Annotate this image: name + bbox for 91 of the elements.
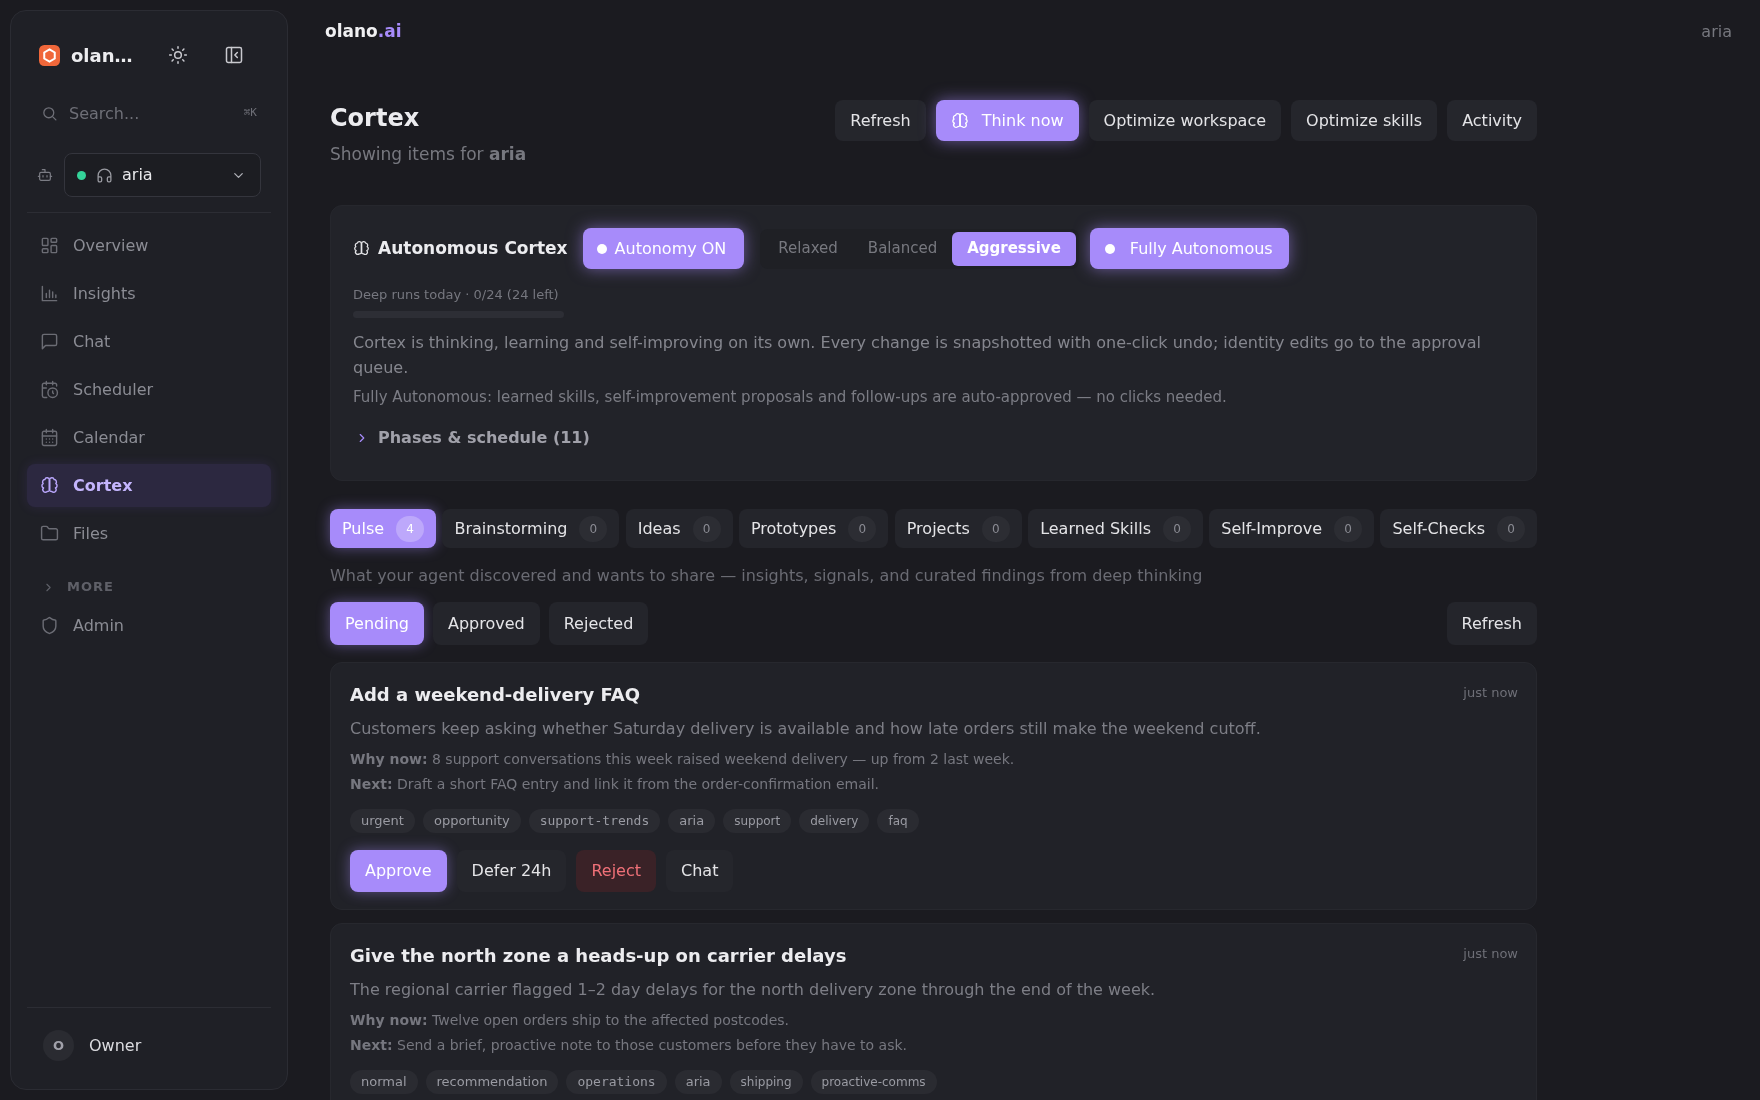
calendar-clock-icon — [40, 380, 59, 399]
chat-bubble-icon — [40, 332, 59, 351]
count-badge: 0 — [692, 515, 721, 542]
user-avatar: O — [43, 1030, 74, 1061]
card-title: Add a weekend-delivery FAQ — [350, 683, 640, 707]
card-action-button[interactable]: Defer 24h — [456, 850, 567, 892]
page-title: Cortex — [330, 103, 421, 133]
filter-tab[interactable]: Rejected — [548, 602, 649, 645]
refresh-button[interactable]: Refresh — [1446, 602, 1537, 645]
tag: proactive-comms — [810, 1070, 937, 1094]
brain-icon — [40, 476, 59, 495]
robot-icon — [37, 167, 53, 183]
panel-description: Cortex is thinking, learning and self-improving on its own. Every change is snapshotted with one-click undo; identity edits go to the approval queue. — [353, 332, 1482, 379]
tab[interactable]: Brainstorming 0 — [442, 509, 620, 548]
why-now-text: Why now: 8 support conversations this week raised weekend delivery — up from 2 last week. — [350, 750, 1015, 769]
tab[interactable]: Self-Improve 0 — [1209, 509, 1375, 548]
headphones-icon — [96, 166, 113, 184]
panel-note: Fully Autonomous: learned skills, self-improvement proposals and follow-ups are auto-approved — no clicks needed. — [353, 387, 1228, 408]
theme-toggle[interactable] — [166, 43, 190, 67]
tab-description: What your agent discovered and wants to share — insights, signals, and curated findings from deep thinking — [330, 565, 1203, 587]
card-action-button[interactable]: Chat — [666, 850, 734, 892]
card-title: Give the north zone a heads-up on carrier delays — [350, 944, 847, 968]
card-description: The regional carrier flagged 1–2 day delays for the north delivery zone through the end of the week. — [350, 979, 1156, 1001]
card-action-button[interactable]: Reject — [576, 850, 656, 892]
nav-item[interactable]: Admin — [27, 604, 271, 647]
mode-option[interactable]: Relaxed — [763, 231, 853, 266]
tag: support-trends — [528, 809, 661, 833]
sidebar-panel-icon — [224, 45, 244, 65]
agent-select[interactable]: aria — [64, 153, 261, 197]
toolbar-button[interactable]: Refresh — [835, 100, 926, 141]
nav-item[interactable]: Calendar — [27, 416, 271, 459]
tag: aria — [674, 1070, 722, 1094]
calendar-icon — [40, 428, 59, 447]
deep-runs-label: Deep runs today · 0/24 (24 left) — [353, 286, 559, 304]
nav-item[interactable]: Insights — [27, 272, 271, 315]
next-step-text: Next: Send a brief, proactive note to those customers before they have to ask. — [350, 1036, 908, 1055]
dashboard-grid-icon — [40, 236, 59, 255]
count-badge: 0 — [1163, 515, 1192, 542]
tag: support — [723, 809, 792, 833]
mode-option[interactable]: Balanced — [852, 231, 953, 266]
tab[interactable]: Learned Skills 0 — [1028, 509, 1204, 548]
sun-icon — [168, 45, 188, 65]
count-badge: 0 — [981, 515, 1010, 542]
tab[interactable]: Projects 0 — [894, 509, 1022, 548]
count-badge: 0 — [579, 515, 608, 542]
nav-item[interactable]: Scheduler — [27, 368, 271, 411]
toolbar-button[interactable]: Optimize skills — [1291, 100, 1438, 141]
toolbar-button[interactable]: Optimize workspace — [1088, 100, 1282, 141]
card-description: Customers keep asking whether Saturday delivery is available and how late orders still make the weekend cutoff. — [350, 718, 1261, 740]
folder-icon — [40, 524, 59, 543]
logo-icon — [39, 44, 60, 66]
shortcut-hint: ⌘K — [243, 104, 257, 121]
why-now-text: Why now: Twelve open orders ship to the affected postcodes. — [350, 1011, 790, 1030]
search-icon — [41, 104, 58, 122]
tab[interactable]: Self-Checks 0 — [1380, 509, 1537, 548]
count-badge: 0 — [1496, 515, 1525, 542]
tag: recommendation — [425, 1070, 559, 1094]
next-step-text: Next: Draft a short FAQ entry and link it from the order-confirmation email. — [350, 775, 879, 794]
brand-name: olan… — [71, 43, 133, 68]
tab[interactable]: Prototypes 0 — [738, 509, 889, 548]
tag: aria — [668, 809, 716, 833]
nav-item[interactable]: Files — [27, 512, 271, 555]
filter-tab[interactable]: Approved — [432, 602, 540, 645]
tag: urgent — [350, 809, 415, 833]
tag: faq — [877, 809, 919, 833]
tag: shipping — [729, 1070, 803, 1094]
tag: normal — [350, 1070, 418, 1094]
tag: delivery — [799, 809, 870, 833]
page-subtitle: Showing items for aria — [330, 143, 527, 166]
timestamp: just now — [1463, 684, 1518, 702]
tag: opportunity — [422, 809, 521, 833]
nav-item[interactable]: Chat — [27, 320, 271, 363]
user-name: aria — [1701, 21, 1732, 43]
timestamp: just now — [1463, 945, 1518, 963]
bar-chart-icon — [40, 284, 59, 303]
brain-icon — [950, 111, 969, 130]
nav-item[interactable]: Cortex — [27, 464, 271, 507]
search-field[interactable]: Search... — [69, 99, 244, 127]
tag: operations — [566, 1070, 667, 1094]
tab[interactable]: Ideas 0 — [625, 509, 733, 548]
user-name: Owner — [89, 1034, 142, 1057]
count-badge: 0 — [1334, 515, 1363, 542]
count-badge: 4 — [396, 515, 425, 542]
count-badge: 0 — [848, 515, 877, 542]
toolbar-button[interactable]: Activity — [1447, 100, 1537, 141]
brain-icon — [353, 240, 370, 257]
panel-title: Autonomous Cortex — [378, 236, 568, 260]
shield-icon — [40, 616, 59, 635]
phases-toggle[interactable]: Phases & schedule (11) — [353, 426, 590, 450]
nav-item[interactable]: Overview — [27, 224, 271, 267]
brand-logo: olano.ai — [325, 20, 402, 44]
